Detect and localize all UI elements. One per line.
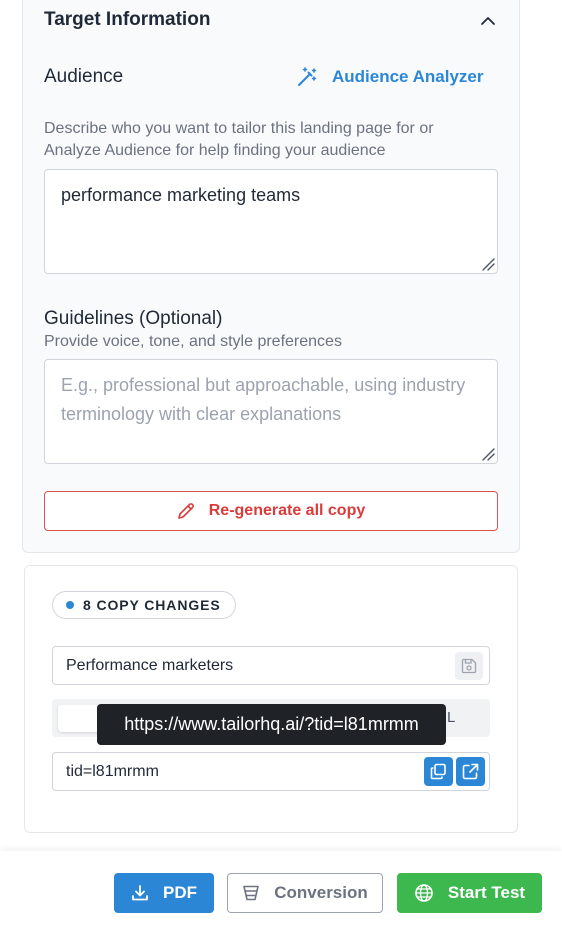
regenerate-copy-label: Re-generate all copy — [208, 502, 366, 519]
copy-button[interactable] — [424, 757, 453, 786]
copy-changes-badge: 8 COPY CHANGES — [52, 591, 236, 619]
audience-textarea[interactable]: performance marketing teams — [44, 169, 498, 274]
open-link-button[interactable] — [456, 757, 485, 786]
copy-changes-count: 8 COPY CHANGES — [83, 597, 221, 613]
magic-wand-icon — [298, 67, 317, 86]
pdf-label: PDF — [163, 883, 197, 902]
tid-input[interactable] — [66, 762, 436, 781]
chevron-up-icon — [481, 16, 495, 25]
download-icon — [132, 885, 148, 901]
audience-analyzer-button[interactable]: Audience Analyzer — [296, 64, 483, 90]
guidelines-textarea[interactable] — [44, 359, 498, 464]
copy-icon — [430, 763, 446, 780]
url-tooltip-text: https://www.tailorhq.ai/?tid=l81mrmm — [124, 714, 419, 734]
variant-name-field — [52, 646, 490, 685]
variant-name-input[interactable] — [66, 656, 436, 675]
collapse-button[interactable] — [478, 10, 498, 30]
funnel-icon — [243, 885, 260, 901]
audience-help-line-2: Analyze Audience for help finding your a… — [44, 142, 386, 159]
audience-analyzer-label: Audience Analyzer — [332, 67, 484, 86]
pencil-icon — [177, 503, 194, 519]
status-dot — [66, 601, 74, 609]
external-link-icon — [462, 763, 479, 780]
start-test-button[interactable]: Start Test — [397, 873, 542, 913]
start-test-label: Start Test — [447, 883, 526, 902]
pdf-button[interactable]: PDF — [114, 873, 214, 913]
guidelines-help: Provide voice, tone, and style preferenc… — [44, 333, 342, 350]
url-tooltip: https://www.tailorhq.ai/?tid=l81mrmm — [97, 704, 446, 745]
regenerate-copy-button[interactable]: Re-generate all copy — [44, 491, 498, 531]
conversion-label: Conversion — [274, 883, 368, 902]
url-toggle-label: L — [447, 709, 456, 726]
guidelines-label: Guidelines (Optional) — [44, 308, 223, 329]
save-button[interactable] — [455, 652, 483, 680]
audience-help-line-1: Describe who you want to tailor this lan… — [44, 120, 434, 137]
globe-icon — [415, 884, 433, 902]
save-icon — [461, 658, 477, 674]
section-title: Target Information — [44, 9, 211, 30]
conversion-button[interactable]: Conversion — [227, 873, 383, 913]
audience-label: Audience — [44, 66, 124, 87]
